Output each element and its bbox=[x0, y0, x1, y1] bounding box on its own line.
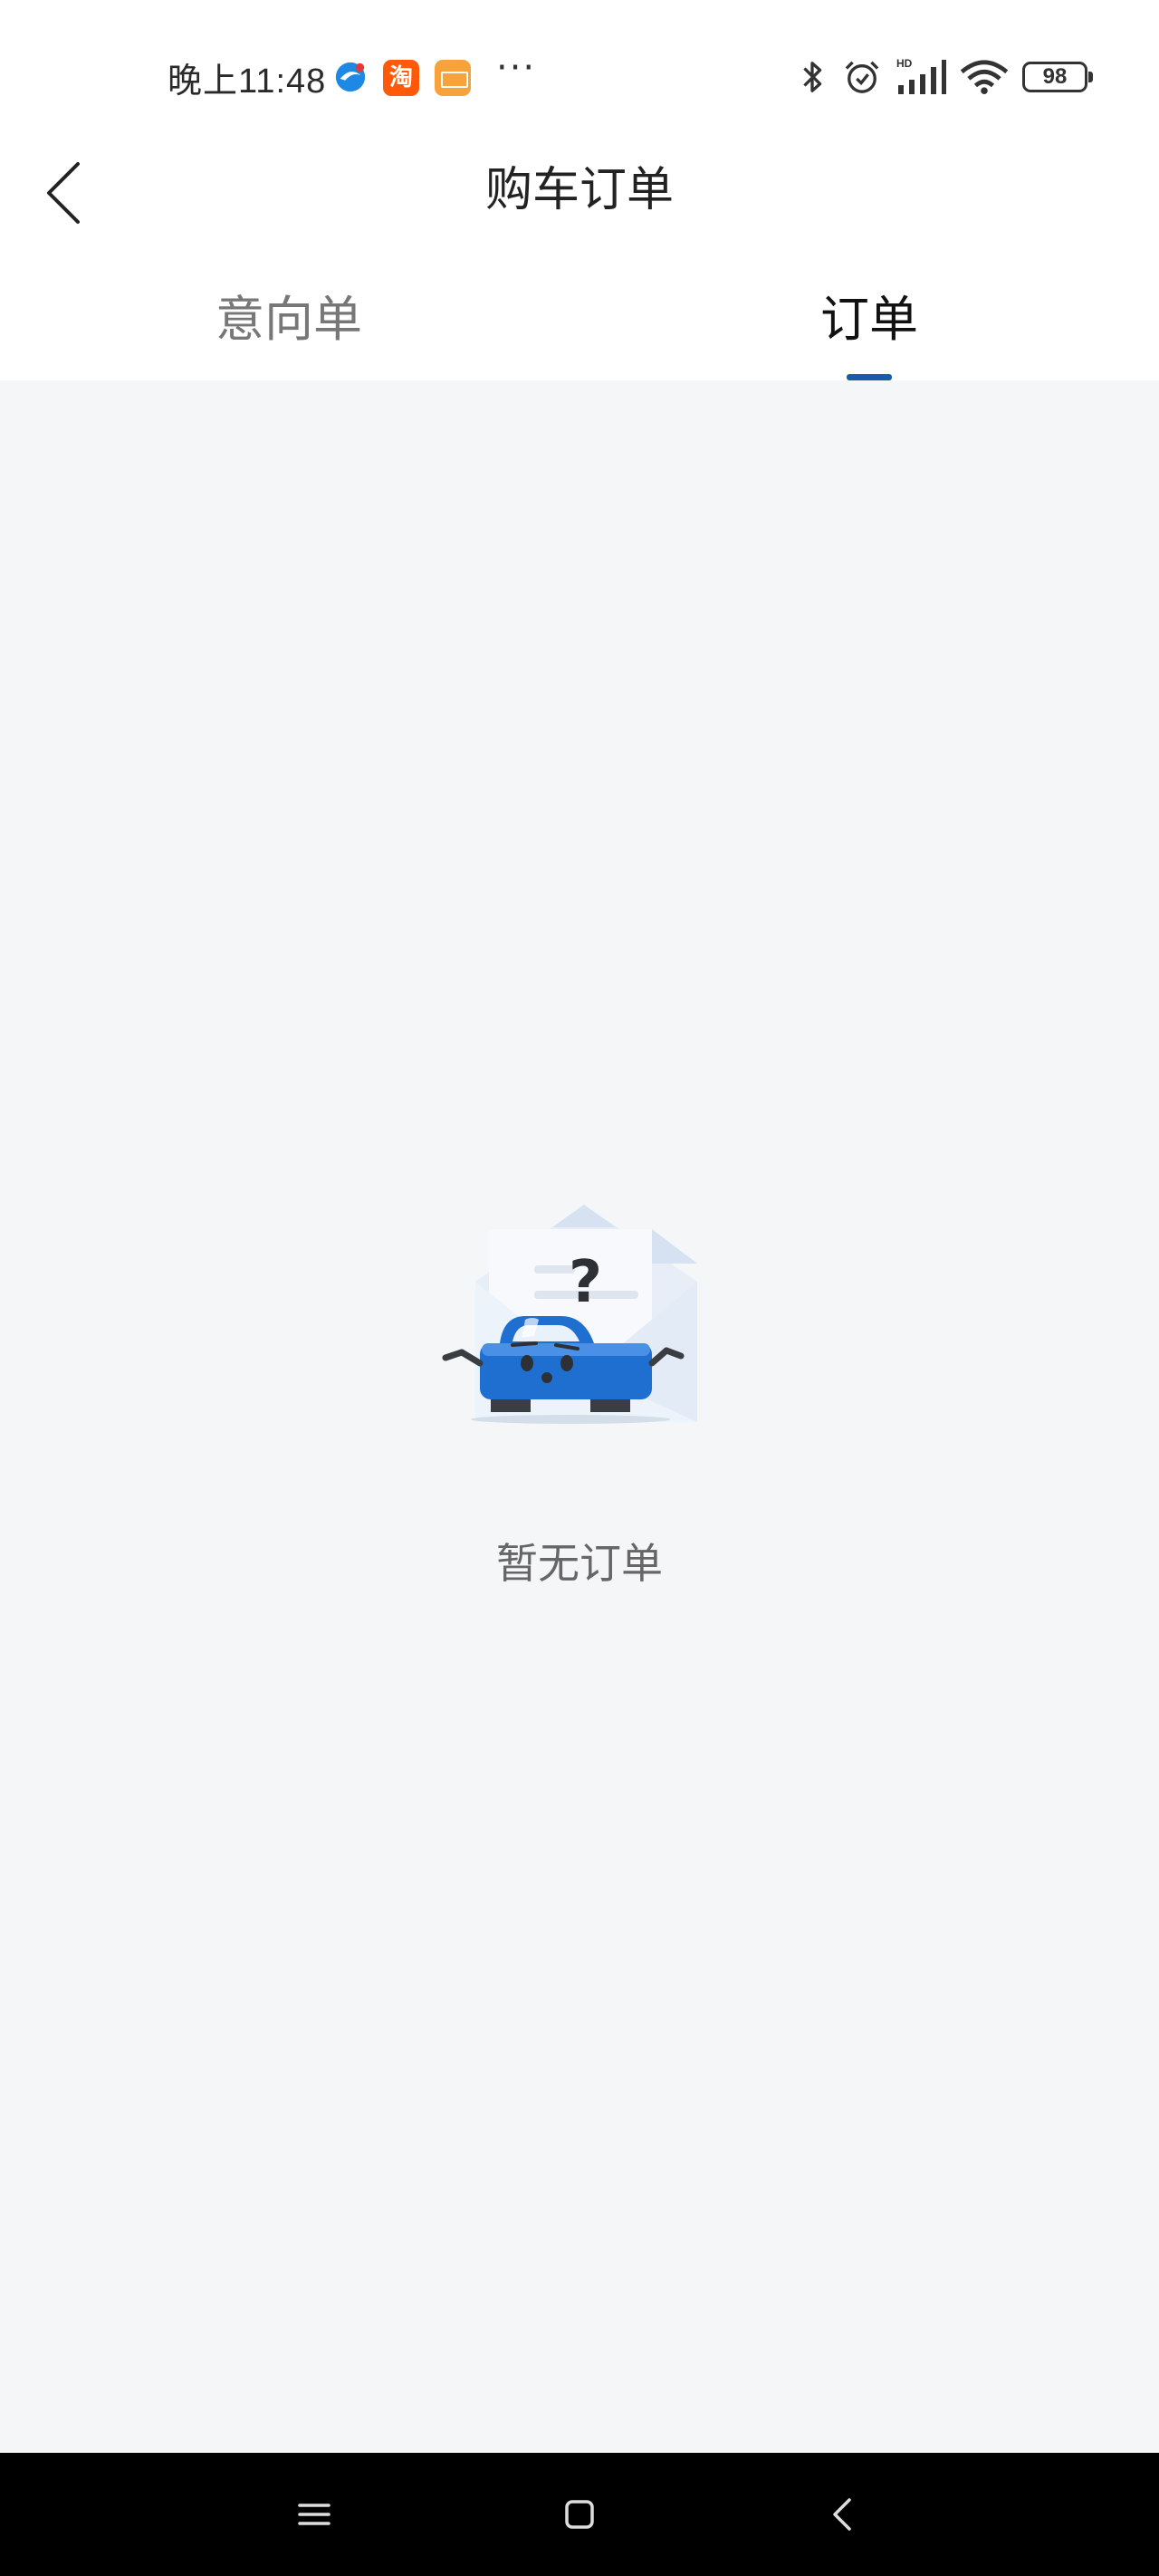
alarm-icon bbox=[845, 61, 879, 93]
battery-icon: 98 bbox=[1022, 62, 1093, 92]
signal-icon: HD bbox=[896, 57, 946, 94]
status-time: 晚上11:48 bbox=[168, 62, 327, 101]
tab-orders[interactable]: 订单 bbox=[820, 288, 918, 351]
chevron-left-icon[interactable] bbox=[36, 157, 100, 229]
svg-text:HD: HD bbox=[896, 57, 913, 70]
svg-text:?: ? bbox=[569, 1249, 602, 1316]
empty-orders-illustration: ? bbox=[442, 1205, 697, 1424]
empty-state-message: 暂无订单 bbox=[496, 1539, 663, 1588]
taobao-icon: 淘 bbox=[383, 60, 419, 96]
header: 购车订单 意向单 订单 bbox=[0, 154, 1159, 380]
more-notifications-icon: ··· bbox=[496, 47, 537, 89]
back-icon[interactable] bbox=[815, 2485, 873, 2543]
browser-icon bbox=[335, 62, 366, 92]
tab-intent-orders[interactable]: 意向单 bbox=[216, 288, 362, 351]
page-title: 购车订单 bbox=[484, 163, 674, 217]
home-icon[interactable] bbox=[551, 2485, 608, 2543]
active-tab-indicator bbox=[847, 374, 892, 380]
wifi-icon bbox=[960, 60, 1009, 94]
system-nav-bar bbox=[0, 2453, 1159, 2576]
screen: 晚上11:48 淘 ··· HD 98 购车订单 意向单 订单 ? 暂无订单 bbox=[0, 0, 1159, 2576]
status-bar: 晚上11:48 淘 ··· HD 98 bbox=[0, 0, 1159, 154]
tab-bar: 意向单 订单 bbox=[0, 288, 1159, 380]
card-app-icon bbox=[435, 60, 471, 96]
menu-icon[interactable] bbox=[285, 2485, 343, 2543]
bluetooth-icon bbox=[803, 62, 822, 92]
